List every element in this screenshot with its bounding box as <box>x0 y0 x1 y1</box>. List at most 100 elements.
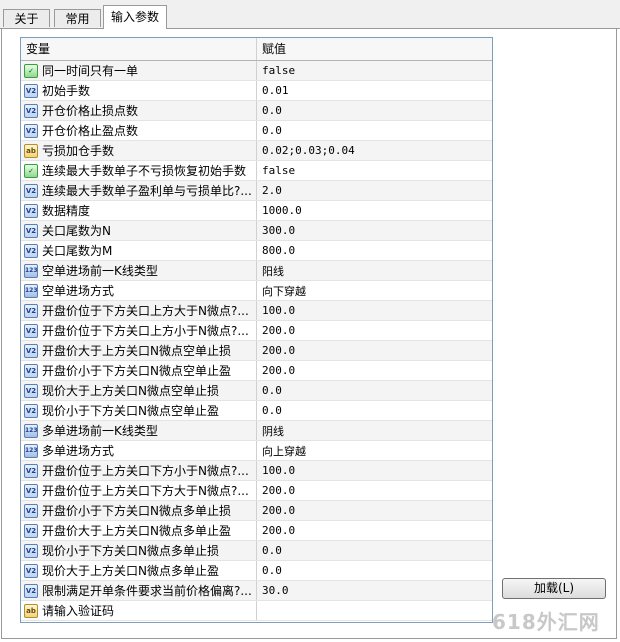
table-row[interactable]: ab 请输入验证码 <box>21 601 492 621</box>
value-cell[interactable]: 200.0 <box>257 481 492 500</box>
table-row[interactable]: V2 开盘价位于下方关口上方小于N微点?... 200.0 <box>21 321 492 341</box>
table-row[interactable]: V2 现价小于下方关口N微点多单止损 0.0 <box>21 541 492 561</box>
variable-name: 同一时间只有一单 <box>42 64 139 78</box>
value-cell[interactable]: 800.0 <box>257 241 492 260</box>
variable-cell: 123 空单进场前一K线类型 <box>21 261 257 280</box>
value-cell[interactable]: 0.0 <box>257 381 492 400</box>
value-cell[interactable]: 200.0 <box>257 521 492 540</box>
table-row[interactable]: V2 现价大于上方关口N微点多单止盈 0.0 <box>21 561 492 581</box>
double-icon: V2 <box>24 583 38 598</box>
double-icon: V2 <box>24 303 38 318</box>
value-cell[interactable]: 30.0 <box>257 581 492 600</box>
value-cell[interactable]: 阴线 <box>257 421 492 440</box>
value-cell[interactable]: 向上穿越 <box>257 441 492 460</box>
table-row[interactable]: V2 开盘价大于上方关口N微点空单止损 200.0 <box>21 341 492 361</box>
table-row[interactable]: V2 现价大于上方关口N微点空单止损 0.0 <box>21 381 492 401</box>
variable-name: 关口尾数为M <box>42 244 113 258</box>
table-row[interactable]: ab 亏损加仓手数 0.02;0.03;0.04 <box>21 141 492 161</box>
table-row[interactable]: V2 开盘价小于下方关口N微点空单止盈 200.0 <box>21 361 492 381</box>
tab-common[interactable]: 常用 <box>54 9 101 27</box>
variable-cell: V2 限制满足开单条件要求当前价格偏离?... <box>21 581 257 600</box>
variable-cell: V2 现价大于上方关口N微点空单止损 <box>21 381 257 400</box>
tab-about[interactable]: 关于 <box>3 9 50 27</box>
double-icon: V2 <box>24 403 38 418</box>
variable-name: 现价大于上方关口N微点多单止盈 <box>42 564 219 578</box>
value-cell[interactable]: 100.0 <box>257 301 492 320</box>
table-row[interactable]: V2 现价小于下方关口N微点空单止盈 0.0 <box>21 401 492 421</box>
value-cell[interactable]: 200.0 <box>257 361 492 380</box>
table-row[interactable]: 123 空单进场方式 向下穿越 <box>21 281 492 301</box>
variable-cell: ab 请输入验证码 <box>21 601 257 620</box>
table-row[interactable]: 123 多单进场方式 向上穿越 <box>21 441 492 461</box>
variable-name: 开盘价位于上方关口下方大于N微点?... <box>42 484 249 498</box>
double-icon: V2 <box>24 483 38 498</box>
value-cell[interactable]: 200.0 <box>257 321 492 340</box>
variable-name: 关口尾数为N <box>42 224 111 238</box>
variable-cell: V2 连续最大手数单子盈利单与亏损单比?... <box>21 181 257 200</box>
double-icon: V2 <box>24 383 38 398</box>
value-cell[interactable]: 1000.0 <box>257 201 492 220</box>
table-row[interactable]: V2 开盘价小于下方关口N微点多单止损 200.0 <box>21 501 492 521</box>
int-icon: 123 <box>24 263 38 278</box>
table-row[interactable]: V2 限制满足开单条件要求当前价格偏离?... 30.0 <box>21 581 492 601</box>
variable-name: 开盘价大于上方关口N微点多单止盈 <box>42 524 231 538</box>
value-cell[interactable]: 100.0 <box>257 461 492 480</box>
table-row[interactable]: V2 数据精度 1000.0 <box>21 201 492 221</box>
table-row[interactable]: ✓ 同一时间只有一单 false <box>21 61 492 81</box>
table-row[interactable]: V2 关口尾数为M 800.0 <box>21 241 492 261</box>
table-row[interactable]: V2 开仓价格止损点数 0.0 <box>21 101 492 121</box>
value-cell[interactable]: 阳线 <box>257 261 492 280</box>
value-cell[interactable]: 0.0 <box>257 101 492 120</box>
table-row[interactable]: ✓ 连续最大手数单子不亏损恢复初始手数 false <box>21 161 492 181</box>
table-row[interactable]: V2 开盘价大于上方关口N微点多单止盈 200.0 <box>21 521 492 541</box>
variable-cell: 123 空单进场方式 <box>21 281 257 300</box>
variable-cell: 123 多单进场前一K线类型 <box>21 421 257 440</box>
value-cell[interactable]: false <box>257 161 492 180</box>
parameters-grid: 变量 赋值 ✓ 同一时间只有一单 false V2 初始手数 0.01 V2 开仓价格止损点数… <box>20 37 493 623</box>
table-row[interactable]: V2 开盘价位于上方关口下方大于N微点?... 200.0 <box>21 481 492 501</box>
column-header-variable[interactable]: 变量 <box>21 38 257 60</box>
variable-name: 现价大于上方关口N微点空单止损 <box>42 384 219 398</box>
value-cell[interactable]: 2.0 <box>257 181 492 200</box>
table-row[interactable]: V2 开盘价位于下方关口上方大于N微点?... 100.0 <box>21 301 492 321</box>
table-row[interactable]: V2 关口尾数为N 300.0 <box>21 221 492 241</box>
value-cell[interactable]: 0.0 <box>257 561 492 580</box>
variable-name: 多单进场前一K线类型 <box>42 424 158 438</box>
value-cell[interactable]: 300.0 <box>257 221 492 240</box>
variable-name: 空单进场前一K线类型 <box>42 264 158 278</box>
variable-name: 数据精度 <box>42 204 91 218</box>
table-row[interactable]: V2 开盘价位于上方关口下方小于N微点?... 100.0 <box>21 461 492 481</box>
variable-name: 开仓价格止损点数 <box>42 104 139 118</box>
value-cell[interactable]: 0.0 <box>257 541 492 560</box>
double-icon: V2 <box>24 223 38 238</box>
variable-name: 开盘价位于下方关口上方小于N微点?... <box>42 324 249 338</box>
value-cell[interactable] <box>257 601 492 620</box>
variable-name: 开盘价小于下方关口N微点空单止盈 <box>42 364 231 378</box>
value-cell[interactable]: 0.0 <box>257 121 492 140</box>
variable-name: 连续最大手数单子盈利单与亏损单比?... <box>42 184 252 198</box>
table-row[interactable]: 123 多单进场前一K线类型 阴线 <box>21 421 492 441</box>
double-icon: V2 <box>24 563 38 578</box>
table-row[interactable]: 123 空单进场前一K线类型 阳线 <box>21 261 492 281</box>
table-row[interactable]: V2 初始手数 0.01 <box>21 81 492 101</box>
column-header-value[interactable]: 赋值 <box>257 38 492 60</box>
value-cell[interactable]: 0.01 <box>257 81 492 100</box>
variable-cell: V2 开盘价位于上方关口下方大于N微点?... <box>21 481 257 500</box>
value-cell[interactable]: 200.0 <box>257 341 492 360</box>
value-cell[interactable]: 向下穿越 <box>257 281 492 300</box>
table-row[interactable]: V2 连续最大手数单子盈利单与亏损单比?... 2.0 <box>21 181 492 201</box>
value-cell[interactable]: 0.02;0.03;0.04 <box>257 141 492 160</box>
variable-cell: V2 开盘价位于上方关口下方小于N微点?... <box>21 461 257 480</box>
value-cell[interactable]: 0.0 <box>257 401 492 420</box>
tab-bar: 关于 常用 输入参数 <box>0 0 620 29</box>
double-icon: V2 <box>24 503 38 518</box>
value-cell[interactable]: 200.0 <box>257 501 492 520</box>
variable-name: 现价小于下方关口N微点空单止盈 <box>42 404 219 418</box>
string-icon: ab <box>24 143 38 158</box>
tab-inputs[interactable]: 输入参数 <box>103 5 167 29</box>
value-cell[interactable]: false <box>257 61 492 80</box>
int-icon: 123 <box>24 423 38 438</box>
table-row[interactable]: V2 开仓价格止盈点数 0.0 <box>21 121 492 141</box>
load-button[interactable]: 加载(L) <box>502 578 606 599</box>
double-icon: V2 <box>24 243 38 258</box>
